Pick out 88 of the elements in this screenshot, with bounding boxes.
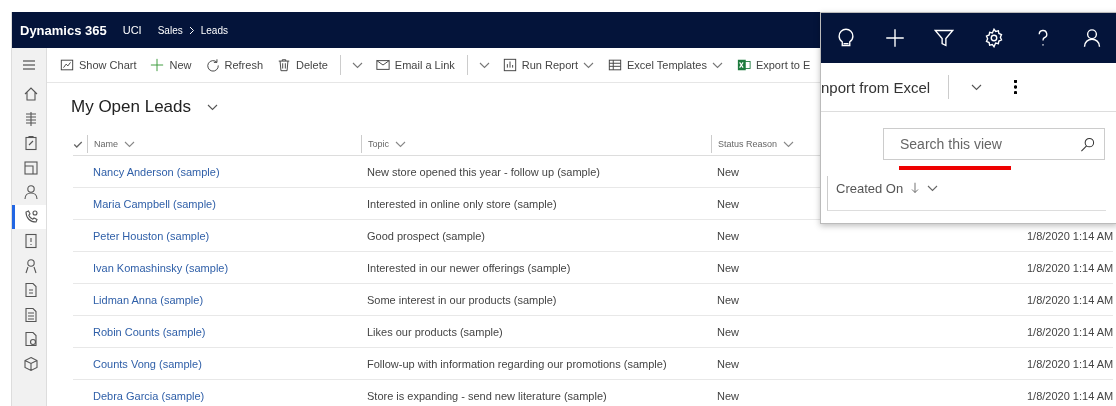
column-header[interactable]: Name <box>94 139 135 149</box>
app-label: UCI <box>122 24 142 36</box>
table-cell: 1/8/2020 1:14 AM <box>1027 261 1114 274</box>
phone-gear-icon <box>22 208 39 225</box>
chevron-down-icon <box>783 140 795 148</box>
app-name: Dynamics 365 <box>20 22 107 38</box>
person-icon <box>22 184 39 201</box>
table-cell: New <box>717 325 739 338</box>
filter-icon <box>934 28 955 48</box>
plus-icon <box>150 58 165 72</box>
table-cell: Likes our products (sample) <box>367 325 503 338</box>
chevron-down-icon <box>971 83 983 91</box>
person-outline-icon <box>22 257 39 274</box>
settings-icon <box>983 28 1004 48</box>
chevron-down-icon <box>207 103 218 111</box>
table-cell: New <box>717 261 739 274</box>
table-cell: New <box>717 165 739 178</box>
chevron-down-icon <box>711 61 723 69</box>
chevron-right-icon <box>188 25 195 35</box>
lead-name-link[interactable]: Nancy Anderson (sample) <box>93 165 220 178</box>
document-icon <box>22 331 39 348</box>
table-cell: 1/8/2020 1:14 AM <box>1027 293 1114 306</box>
clipboard-icon <box>22 135 39 152</box>
chevron-down-icon <box>395 140 406 148</box>
card-icon <box>22 159 39 176</box>
search-icon <box>1080 137 1095 152</box>
table-cell: New <box>717 197 739 210</box>
refresh-icon <box>205 58 220 72</box>
toolbar-button[interactable]: Delete <box>272 52 333 78</box>
table-cell: Interested in online only store (sample) <box>367 197 557 210</box>
chart-icon <box>60 58 74 72</box>
chevron-down-icon <box>351 61 363 69</box>
table-cell: 1/8/2020 1:14 AM <box>1027 389 1114 402</box>
column-header[interactable]: Status Reason <box>718 139 795 149</box>
lead-name-link[interactable]: Peter Houston (sample) <box>93 229 210 242</box>
lead-name-link[interactable]: Maria Campbell (sample) <box>93 197 216 210</box>
lead-name-link[interactable]: Ivan Komashinsky (sample) <box>93 261 229 274</box>
toolbar-button[interactable]: Excel Templates <box>603 52 728 78</box>
toolbar-button[interactable]: Refresh <box>200 52 269 78</box>
box-icon <box>22 355 39 372</box>
sidebar-item[interactable] <box>12 204 46 229</box>
envelope-icon <box>375 58 390 72</box>
document-icon <box>22 282 39 299</box>
lead-name-link[interactable]: Counts Vong (sample) <box>93 357 202 370</box>
toolbar-button-label[interactable]: nport from Excel <box>821 78 931 96</box>
plus-icon <box>885 28 905 48</box>
person-icon <box>1082 28 1103 48</box>
search-field[interactable]: Search this view <box>883 128 1105 160</box>
lead-name-link[interactable]: Robin Counts (sample) <box>93 325 206 338</box>
spreadsheet-icon <box>608 58 622 72</box>
menu-icon <box>21 57 37 73</box>
table-cell: New <box>717 357 739 370</box>
table-cell: New <box>717 389 739 402</box>
column-header[interactable]: Topic <box>368 139 406 149</box>
report-icon <box>502 58 517 72</box>
document-icon <box>22 306 39 323</box>
spreadsheet-icon <box>736 58 751 72</box>
toolbar-button[interactable]: Show Chart <box>55 52 142 78</box>
lead-name-link[interactable]: Lidman Anna (sample) <box>93 293 204 306</box>
trash-icon <box>277 58 292 72</box>
table-cell: New store opened this year - follow up (sample) <box>367 165 600 178</box>
breadcrumb-link[interactable]: Sales <box>157 24 183 36</box>
toolbar-button[interactable]: New <box>145 52 197 78</box>
chevron-down-icon <box>124 140 135 148</box>
home-icon <box>22 86 39 103</box>
lead-name-link[interactable]: Debra Garcia (sample) <box>93 389 205 402</box>
table-cell: New <box>717 229 739 242</box>
table-cell: Some interest in our products (sample) <box>367 293 557 306</box>
table-cell: 1/8/2020 1:14 AM <box>1027 357 1114 370</box>
toolbar-button[interactable]: Export to E <box>731 52 816 78</box>
chevron-down-icon <box>927 184 939 192</box>
view-title: My Open Leads <box>71 97 191 117</box>
chevron-down-icon <box>478 61 490 69</box>
table-cell: 1/8/2020 1:14 AM <box>1027 229 1114 242</box>
table-cell: Good prospect (sample) <box>367 229 485 242</box>
toolbar-button[interactable]: Email a Link <box>370 52 460 78</box>
more-vertical-icon <box>1014 80 1018 94</box>
breadcrumb-link[interactable]: Leads <box>200 24 228 36</box>
column-header[interactable]: Created On <box>836 180 939 196</box>
table-cell: 1/8/2020 1:14 AM <box>1027 325 1114 338</box>
table-cell: Follow-up with information regarding our promotions (sample) <box>367 357 667 370</box>
table-cell: Interested in our newer offerings (sample) <box>367 261 571 274</box>
toolbar-button[interactable]: Run Report <box>497 52 599 78</box>
lightbulb-icon <box>835 28 856 48</box>
alert-document-icon <box>22 233 39 250</box>
chevron-down-icon <box>583 61 594 69</box>
table-cell: New <box>717 293 739 306</box>
table-cell: Store is expanding - send new literature (sample) <box>367 389 607 402</box>
